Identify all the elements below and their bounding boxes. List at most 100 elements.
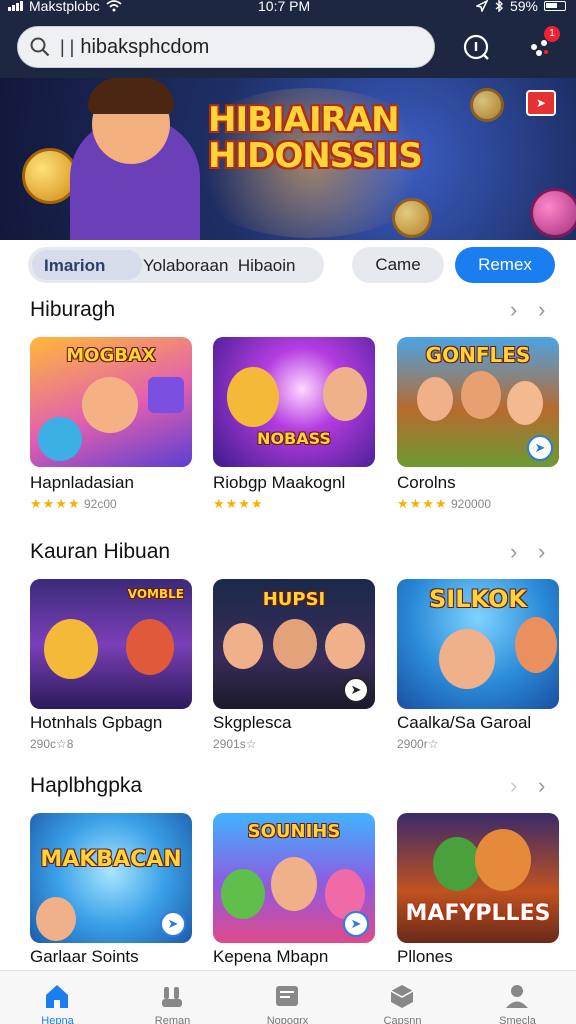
download-count: 2900r☆	[397, 737, 439, 751]
nav-item-profile[interactable]: Smecla	[460, 971, 575, 1024]
game-card-logo: SILKOK	[428, 585, 528, 613]
nav-item-people[interactable]: Reman	[115, 971, 230, 1024]
game-card-rating: ★★★★	[213, 496, 264, 512]
segment-tab-active[interactable]: Imarion	[44, 256, 105, 276]
character-illustration	[323, 367, 367, 421]
game-card-title[interactable]: Corolns	[397, 473, 456, 493]
character-illustration	[439, 629, 495, 689]
game-card-title[interactable]: Riobgp Maakognl	[213, 473, 345, 493]
coin-decoration	[392, 198, 432, 238]
game-card-logo: HUPSI	[262, 589, 326, 610]
bottom-navigation: Hepna Reman Nopogrx Capsnn Smecla	[0, 970, 576, 1024]
people-icon	[162, 987, 182, 1007]
share-icon[interactable]: ➤	[343, 911, 369, 937]
chevron-right-icon[interactable]: ›	[510, 539, 517, 565]
game-card-title[interactable]: Kepena Mbapn	[213, 947, 328, 967]
bear-illustration	[44, 619, 98, 679]
nav-item-news[interactable]: Nopogrx	[230, 971, 345, 1024]
download-count: 92c00	[83, 497, 117, 511]
character-illustration	[507, 381, 543, 425]
game-card-image[interactable]: GONFLES ➤	[397, 337, 559, 467]
block-illustration	[148, 377, 184, 413]
clock: 10:7 PM	[258, 0, 311, 14]
hero-banner[interactable]: HIBIAIRAN HIDONSSIIS ➤	[0, 78, 576, 240]
game-card-title[interactable]: Hotnhals Gpbagn	[30, 713, 162, 733]
bluetooth-icon	[495, 0, 504, 12]
game-card-title[interactable]: Hapnladasian	[30, 473, 134, 493]
game-card-logo: GONFLES	[425, 343, 531, 367]
character-illustration	[461, 371, 501, 419]
creature-illustration	[433, 837, 481, 891]
notification-badge: 1	[544, 26, 560, 42]
text-cursor: | |	[60, 36, 75, 57]
bear-illustration	[227, 367, 279, 427]
box-icon	[390, 985, 414, 1008]
play-icon[interactable]: ➤	[343, 677, 369, 703]
game-card-image[interactable]: SOUNIHS ➤	[213, 813, 375, 943]
info-button[interactable]	[459, 30, 493, 64]
game-card-title[interactable]: Pllones	[397, 947, 453, 967]
nav-label: Hepna	[41, 1015, 74, 1024]
banner-title-line2: HIDONSSIIS	[208, 136, 423, 176]
battery-percent: 59%	[509, 0, 538, 14]
game-card-image[interactable]: VOMBLE	[30, 579, 192, 709]
rating-stars: ★★★★	[30, 496, 81, 511]
character-illustration	[515, 617, 557, 673]
download-count: 2901s☆	[213, 737, 257, 751]
segment-tab-other[interactable]: Yolaboraan Hibaoin	[143, 256, 296, 276]
character-illustration	[223, 623, 263, 669]
signal-icon	[8, 1, 23, 11]
character-illustration	[417, 377, 453, 421]
section-title: Hiburagh	[30, 298, 116, 321]
game-card-logo: MAFYPLLES	[405, 901, 551, 926]
share-icon[interactable]: ➤	[160, 911, 186, 937]
game-card-rating: ★★★★ 920000	[397, 496, 491, 512]
top-bar: Makstplobc 10:7 PM 59% | | 1	[0, 0, 576, 78]
promo-flag-icon[interactable]: ➤	[526, 90, 556, 116]
hero-character-hair	[88, 78, 174, 114]
character-illustration	[126, 619, 174, 675]
nav-item-home[interactable]: Hepna	[0, 971, 115, 1024]
game-card-logo: MAKBACAN	[40, 847, 182, 872]
game-card-image[interactable]: MAFYPLLES	[397, 813, 559, 943]
share-icon[interactable]: ➤	[527, 435, 553, 461]
notifications-button[interactable]: 1	[522, 26, 560, 64]
chevron-right-icon[interactable]: ›	[538, 297, 545, 323]
game-card-image[interactable]: MOGBAX	[30, 337, 192, 467]
chevron-right-icon[interactable]: ›	[538, 773, 545, 799]
ball-illustration	[38, 417, 82, 461]
home-icon	[46, 985, 68, 1008]
character-illustration	[271, 857, 317, 911]
fox-illustration	[475, 829, 531, 891]
rating-stars: ★★★★	[397, 496, 448, 511]
filter-remix-button[interactable]: Remex	[455, 247, 555, 283]
nav-item-box[interactable]: Capsnn	[345, 971, 460, 1024]
game-card-title[interactable]: Caalka/Sa Garoal	[397, 713, 531, 733]
news-icon	[276, 986, 298, 1006]
coin-decoration	[470, 88, 504, 122]
search-bar[interactable]: | |	[17, 26, 435, 68]
game-card-image[interactable]: MAKBACAN ➤	[30, 813, 192, 943]
search-input[interactable]	[80, 35, 401, 59]
game-card-rating: ★★★★ 92c00	[30, 496, 117, 512]
info-icon	[463, 34, 489, 60]
download-count: 920000	[450, 497, 492, 511]
game-card-image[interactable]: NOBASS	[213, 337, 375, 467]
game-card-title[interactable]: Garlaar Soints	[30, 947, 139, 967]
character-illustration	[82, 377, 138, 433]
game-card-image[interactable]: SILKOK	[397, 579, 559, 709]
game-card-logo: MOGBAX	[66, 345, 156, 366]
filter-game-button[interactable]: Came	[352, 247, 444, 283]
nav-label: Smecla	[499, 1015, 536, 1024]
game-card-image[interactable]: HUPSI ➤	[213, 579, 375, 709]
category-segment[interactable]: Imarion Yolaboraan Hibaoin	[28, 247, 324, 283]
nav-label: Reman	[154, 1015, 191, 1024]
chevron-right-icon[interactable]: ›	[538, 539, 545, 565]
game-card-title[interactable]: Skgplesca	[213, 713, 291, 733]
banner-title: HIBIAIRAN HIDONSSIIS	[208, 102, 423, 176]
chevron-right-icon[interactable]: ›	[510, 773, 517, 799]
rating-stars: ★★★★	[213, 496, 264, 511]
chevron-right-icon[interactable]: ›	[510, 297, 517, 323]
game-card-logo: VOMBLE	[127, 587, 184, 601]
character-illustration	[36, 897, 76, 941]
